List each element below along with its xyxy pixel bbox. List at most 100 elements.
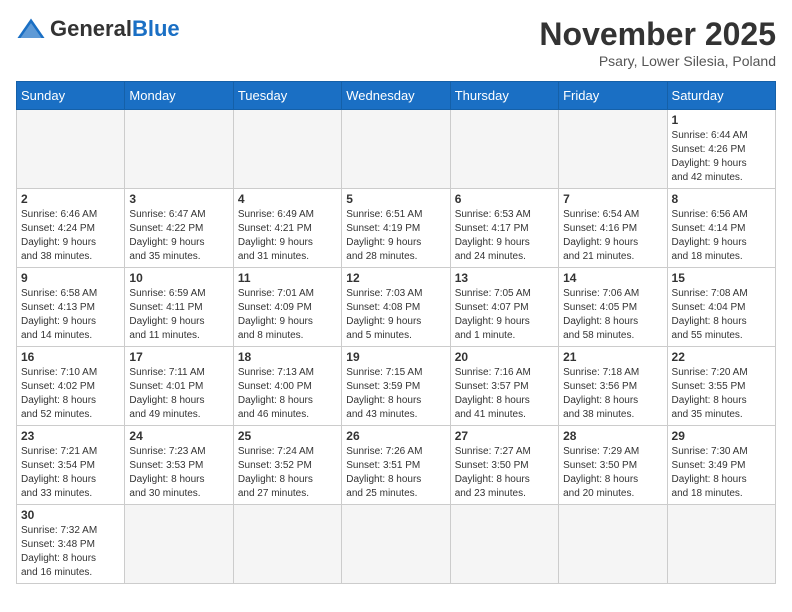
calendar-day-cell <box>125 110 233 189</box>
calendar-day-cell <box>233 110 341 189</box>
day-info: Sunrise: 7:21 AM Sunset: 3:54 PM Dayligh… <box>21 445 120 501</box>
calendar-day-cell: 25Sunrise: 7:24 AM Sunset: 3:52 PM Dayli… <box>233 426 341 505</box>
calendar-day-cell: 19 Sunrise: 7:15 AM Sunset: 3:59 PM Dayli… <box>342 347 450 426</box>
day-number: 25 <box>238 429 337 443</box>
calendar-day-cell: 23 Sunrise: 7:21 AM Sunset: 3:54 PM Dayli… <box>17 426 125 505</box>
day-number: 3 <box>129 192 228 206</box>
day-number: 8 <box>672 192 771 206</box>
day-info: Sunrise: 7:20 AM Sunset: 3:55 PM Dayligh… <box>672 366 771 422</box>
day-number: 10 <box>129 271 228 285</box>
calendar-day-cell: 21 Sunrise: 7:18 AM Sunset: 3:56 PM Dayli… <box>559 347 667 426</box>
day-number: 30 <box>21 508 120 522</box>
day-info: Sunrise: 7:23 AM Sunset: 3:53 PM Dayligh… <box>129 445 228 501</box>
day-number: 26 <box>346 429 445 443</box>
day-number: 28 <box>563 429 662 443</box>
day-info: Sunrise: 6:49 AM Sunset: 4:21 PM Dayligh… <box>238 208 337 264</box>
day-number: 23 <box>21 429 120 443</box>
calendar-week-row: 9Sunrise: 6:58 AM Sunset: 4:13 PM Daylig… <box>17 268 776 347</box>
day-info: Sunrise: 7:27 AM Sunset: 3:50 PM Dayligh… <box>455 445 554 501</box>
day-number: 1 <box>672 113 771 127</box>
calendar-week-row: 2Sunrise: 6:46 AM Sunset: 4:24 PM Daylig… <box>17 189 776 268</box>
calendar-day-cell: 10 Sunrise: 6:59 AM Sunset: 4:11 PM Dayli… <box>125 268 233 347</box>
calendar: SundayMondayTuesdayWednesdayThursdayFrid… <box>16 81 776 584</box>
location: Psary, Lower Silesia, Poland <box>539 53 776 69</box>
day-number: 15 <box>672 271 771 285</box>
day-info: Sunrise: 7:03 AM Sunset: 4:08 PM Dayligh… <box>346 287 445 343</box>
calendar-day-cell: 7 Sunrise: 6:54 AM Sunset: 4:16 PM Daylig… <box>559 189 667 268</box>
day-info: Sunrise: 6:44 AM Sunset: 4:26 PM Dayligh… <box>672 129 771 185</box>
header: GeneralBlue November 2025 Psary, Lower S… <box>16 16 776 69</box>
day-number: 4 <box>238 192 337 206</box>
weekday-header-tuesday: Tuesday <box>233 82 341 110</box>
month-title: November 2025 <box>539 16 776 53</box>
title-area: November 2025 Psary, Lower Silesia, Pola… <box>539 16 776 69</box>
weekday-header-friday: Friday <box>559 82 667 110</box>
calendar-day-cell: 22Sunrise: 7:20 AM Sunset: 3:55 PM Dayli… <box>667 347 775 426</box>
day-info: Sunrise: 7:11 AM Sunset: 4:01 PM Dayligh… <box>129 366 228 422</box>
day-number: 6 <box>455 192 554 206</box>
calendar-day-cell: 11Sunrise: 7:01 AM Sunset: 4:09 PM Dayli… <box>233 268 341 347</box>
day-number: 20 <box>455 350 554 364</box>
day-number: 7 <box>563 192 662 206</box>
day-number: 16 <box>21 350 120 364</box>
day-info: Sunrise: 7:06 AM Sunset: 4:05 PM Dayligh… <box>563 287 662 343</box>
calendar-day-cell: 15 Sunrise: 7:08 AM Sunset: 4:04 PM Dayli… <box>667 268 775 347</box>
calendar-day-cell: 14Sunrise: 7:06 AM Sunset: 4:05 PM Dayli… <box>559 268 667 347</box>
calendar-day-cell: 17 Sunrise: 7:11 AM Sunset: 4:01 PM Dayli… <box>125 347 233 426</box>
day-number: 12 <box>346 271 445 285</box>
day-number: 18 <box>238 350 337 364</box>
calendar-day-cell: 9Sunrise: 6:58 AM Sunset: 4:13 PM Daylig… <box>17 268 125 347</box>
calendar-day-cell: 28 Sunrise: 7:29 AM Sunset: 3:50 PM Dayli… <box>559 426 667 505</box>
calendar-day-cell: 6Sunrise: 6:53 AM Sunset: 4:17 PM Daylig… <box>450 189 558 268</box>
weekday-header-monday: Monday <box>125 82 233 110</box>
day-number: 13 <box>455 271 554 285</box>
day-info: Sunrise: 7:16 AM Sunset: 3:57 PM Dayligh… <box>455 366 554 422</box>
day-number: 29 <box>672 429 771 443</box>
calendar-day-cell: 1 Sunrise: 6:44 AM Sunset: 4:26 PM Daylig… <box>667 110 775 189</box>
day-number: 2 <box>21 192 120 206</box>
day-number: 17 <box>129 350 228 364</box>
calendar-day-cell <box>450 505 558 584</box>
calendar-day-cell <box>342 110 450 189</box>
calendar-day-cell: 18 Sunrise: 7:13 AM Sunset: 4:00 PM Dayli… <box>233 347 341 426</box>
day-info: Sunrise: 7:13 AM Sunset: 4:00 PM Dayligh… <box>238 366 337 422</box>
day-info: Sunrise: 7:15 AM Sunset: 3:59 PM Dayligh… <box>346 366 445 422</box>
weekday-header-saturday: Saturday <box>667 82 775 110</box>
calendar-day-cell: 30Sunrise: 7:32 AM Sunset: 3:48 PM Dayli… <box>17 505 125 584</box>
day-info: Sunrise: 7:18 AM Sunset: 3:56 PM Dayligh… <box>563 366 662 422</box>
calendar-day-cell <box>667 505 775 584</box>
calendar-day-cell <box>559 110 667 189</box>
calendar-day-cell: 3 Sunrise: 6:47 AM Sunset: 4:22 PM Daylig… <box>125 189 233 268</box>
day-info: Sunrise: 7:29 AM Sunset: 3:50 PM Dayligh… <box>563 445 662 501</box>
day-info: Sunrise: 6:54 AM Sunset: 4:16 PM Dayligh… <box>563 208 662 264</box>
calendar-day-cell <box>233 505 341 584</box>
calendar-day-cell: 16 Sunrise: 7:10 AM Sunset: 4:02 PM Dayli… <box>17 347 125 426</box>
day-info: Sunrise: 6:59 AM Sunset: 4:11 PM Dayligh… <box>129 287 228 343</box>
day-info: Sunrise: 7:10 AM Sunset: 4:02 PM Dayligh… <box>21 366 120 422</box>
calendar-day-cell: 12 Sunrise: 7:03 AM Sunset: 4:08 PM Dayli… <box>342 268 450 347</box>
weekday-header-thursday: Thursday <box>450 82 558 110</box>
day-info: Sunrise: 7:30 AM Sunset: 3:49 PM Dayligh… <box>672 445 771 501</box>
day-info: Sunrise: 6:58 AM Sunset: 4:13 PM Dayligh… <box>21 287 120 343</box>
calendar-day-cell: 26 Sunrise: 7:26 AM Sunset: 3:51 PM Dayli… <box>342 426 450 505</box>
calendar-day-cell: 24 Sunrise: 7:23 AM Sunset: 3:53 PM Dayli… <box>125 426 233 505</box>
day-number: 24 <box>129 429 228 443</box>
weekday-header-sunday: Sunday <box>17 82 125 110</box>
day-number: 21 <box>563 350 662 364</box>
calendar-week-row: 1 Sunrise: 6:44 AM Sunset: 4:26 PM Daylig… <box>17 110 776 189</box>
day-number: 27 <box>455 429 554 443</box>
calendar-day-cell <box>559 505 667 584</box>
calendar-week-row: 16 Sunrise: 7:10 AM Sunset: 4:02 PM Dayli… <box>17 347 776 426</box>
calendar-week-row: 23 Sunrise: 7:21 AM Sunset: 3:54 PM Dayli… <box>17 426 776 505</box>
weekday-header-wednesday: Wednesday <box>342 82 450 110</box>
day-number: 19 <box>346 350 445 364</box>
calendar-week-row: 30Sunrise: 7:32 AM Sunset: 3:48 PM Dayli… <box>17 505 776 584</box>
calendar-day-cell: 8 Sunrise: 6:56 AM Sunset: 4:14 PM Daylig… <box>667 189 775 268</box>
logo: GeneralBlue <box>16 16 180 42</box>
day-info: Sunrise: 6:56 AM Sunset: 4:14 PM Dayligh… <box>672 208 771 264</box>
day-info: Sunrise: 7:08 AM Sunset: 4:04 PM Dayligh… <box>672 287 771 343</box>
day-info: Sunrise: 7:01 AM Sunset: 4:09 PM Dayligh… <box>238 287 337 343</box>
calendar-day-cell: 2Sunrise: 6:46 AM Sunset: 4:24 PM Daylig… <box>17 189 125 268</box>
day-info: Sunrise: 6:47 AM Sunset: 4:22 PM Dayligh… <box>129 208 228 264</box>
day-info: Sunrise: 7:26 AM Sunset: 3:51 PM Dayligh… <box>346 445 445 501</box>
